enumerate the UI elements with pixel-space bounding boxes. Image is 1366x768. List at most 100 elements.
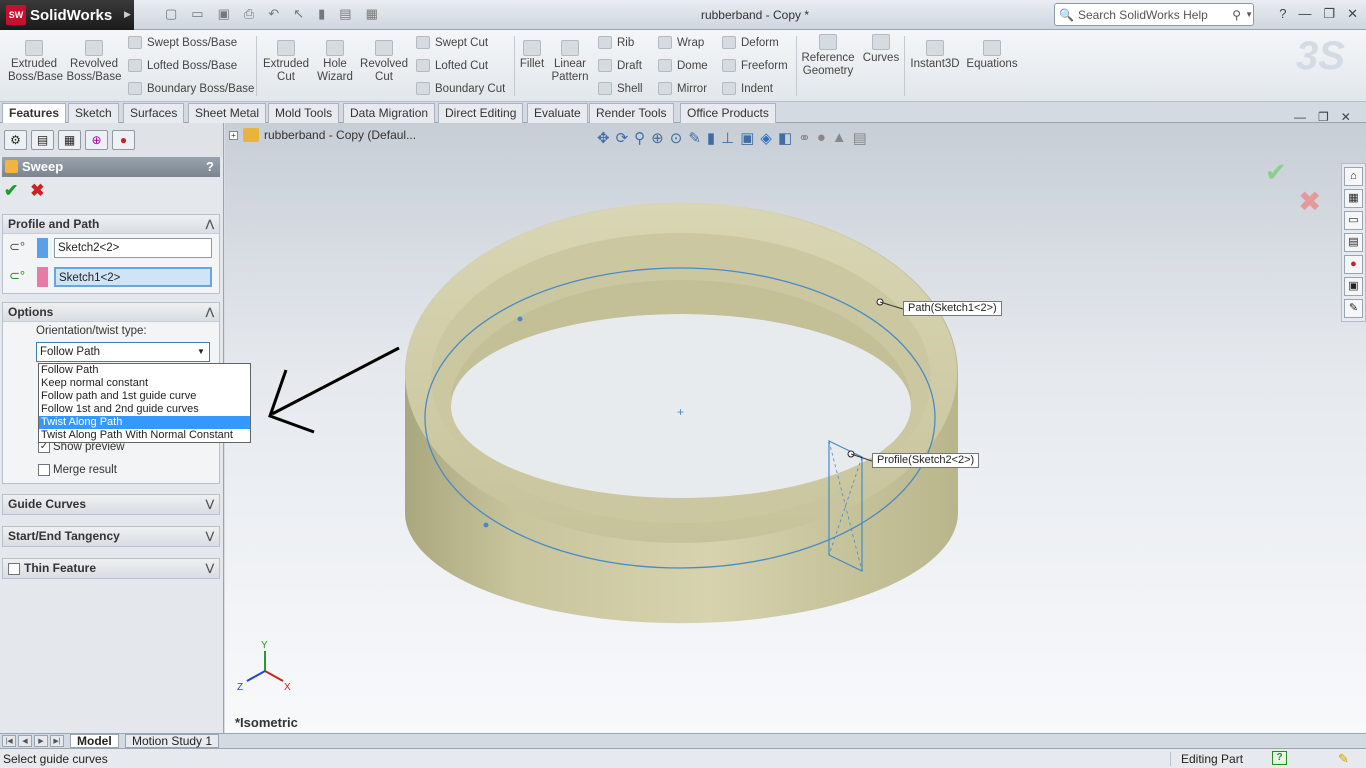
pencil-icon[interactable]: ✎ — [1338, 751, 1349, 767]
expand-icon[interactable]: ⋁ — [206, 495, 214, 514]
swept-cut-button[interactable]: Swept Cut — [416, 36, 488, 49]
fillet-button[interactable]: Fillet — [518, 40, 546, 71]
close-icon[interactable]: ✕ — [1341, 110, 1351, 124]
chevron-down-icon[interactable]: ▼ — [1245, 10, 1253, 19]
orientation-combobox[interactable]: Follow Path ▼ — [36, 342, 210, 362]
dropdown-option[interactable]: Follow Path — [39, 364, 250, 377]
dropdown-option-selected[interactable]: Twist Along Path — [39, 416, 250, 429]
path-callout[interactable]: Path(Sketch1<2>) — [903, 301, 1002, 316]
tab-sheet-metal[interactable]: Sheet Metal — [188, 103, 267, 123]
tab-direct-editing[interactable]: Direct Editing — [438, 103, 524, 123]
restore-icon[interactable]: ❐ — [1318, 110, 1329, 124]
profile-callout[interactable]: Profile(Sketch2<2>) — [872, 453, 980, 468]
property-manager-icon[interactable]: ▤ — [31, 130, 54, 150]
path-selection-box[interactable]: Sketch1<2> — [54, 267, 212, 287]
prev-tab-icon[interactable]: ◀ — [18, 735, 32, 747]
first-tab-icon[interactable]: |◀ — [2, 735, 16, 747]
profile-selection-box[interactable]: Sketch2<2> — [54, 238, 212, 258]
last-tab-icon[interactable]: ▶| — [50, 735, 64, 747]
tab-surfaces[interactable]: Surfaces — [123, 103, 185, 123]
ok-button[interactable]: ✔ — [4, 181, 18, 201]
feature-tree-icon[interactable]: ⚙ — [4, 130, 27, 150]
profile-icon: ⊂° — [9, 239, 26, 254]
tab-model[interactable]: Model — [70, 734, 119, 748]
linear-pattern-button[interactable]: Linear Pattern — [548, 40, 592, 84]
dropdown-option[interactable]: Follow 1st and 2nd guide curves — [39, 403, 250, 416]
guide-curves-header[interactable]: Guide Curves ⋁ — [2, 494, 220, 515]
boundary-boss-button[interactable]: Boundary Boss/Base — [128, 82, 254, 95]
dropdown-option[interactable]: Follow path and 1st guide curve — [39, 390, 250, 403]
help-icon[interactable]: ? — [1279, 6, 1286, 22]
indent-button[interactable]: Indent — [722, 82, 773, 95]
extruded-cut-button[interactable]: Extruded Cut — [262, 40, 310, 84]
swept-boss-button[interactable]: Swept Boss/Base — [128, 36, 237, 49]
command-manager: Extruded Boss/Base Revolved Boss/Base Sw… — [0, 30, 1366, 102]
curves-button[interactable]: Curves — [860, 34, 902, 65]
help-button[interactable]: ? — [206, 157, 214, 177]
rib-button[interactable]: Rib — [598, 36, 634, 49]
checkbox-empty-icon[interactable] — [38, 464, 50, 476]
thin-feature-header[interactable]: Thin Feature ⋁ — [2, 558, 220, 579]
tab-evaluate[interactable]: Evaluate — [527, 103, 588, 123]
display-manager-icon[interactable]: ● — [112, 130, 135, 150]
dropdown-option[interactable]: Twist Along Path With Normal Constant — [39, 429, 250, 442]
extrude-icon — [25, 40, 43, 56]
expand-icon[interactable]: ⋁ — [206, 559, 214, 578]
tab-features[interactable]: Features — [2, 103, 67, 123]
revolved-cut-button[interactable]: Revolved Cut — [360, 40, 408, 84]
instant3d-icon — [926, 40, 944, 56]
path-icon: ⊂° — [9, 268, 26, 283]
dome-button[interactable]: Dome — [658, 59, 708, 72]
revolved-boss-button[interactable]: Revolved Boss/Base — [66, 40, 122, 84]
deform-button[interactable]: Deform — [722, 36, 779, 49]
reference-geometry-button[interactable]: Reference Geometry — [800, 34, 856, 78]
tab-render-tools[interactable]: Render Tools — [589, 103, 674, 123]
chevron-down-icon[interactable]: ▼ — [193, 343, 209, 361]
close-icon[interactable]: ✕ — [1347, 6, 1358, 22]
merge-result-checkbox[interactable]: Merge result — [38, 464, 117, 476]
tab-mold-tools[interactable]: Mold Tools — [268, 103, 340, 123]
hole-wizard-button[interactable]: Hole Wizard — [314, 40, 356, 84]
options-header[interactable]: Options ⋀ — [3, 303, 219, 322]
tab-office-products[interactable]: Office Products — [680, 103, 776, 123]
instant3d-button[interactable]: Instant3D — [908, 40, 962, 71]
search-icon[interactable]: ⚲ — [1232, 8, 1241, 22]
mirror-button[interactable]: Mirror — [658, 82, 707, 95]
thin-feature-checkbox[interactable] — [8, 562, 20, 575]
search-input[interactable]: 🔍 Search SolidWorks Help ⚲ ▼ — [1054, 3, 1254, 26]
minimize-icon[interactable]: — — [1298, 6, 1311, 22]
collapse-icon[interactable]: ⋀ — [206, 215, 214, 234]
restore-icon[interactable]: ❐ — [1323, 6, 1335, 22]
lofted-cut-button[interactable]: Lofted Cut — [416, 59, 488, 72]
collapse-icon[interactable]: ⋀ — [206, 303, 214, 322]
revolve-cut-icon — [375, 40, 393, 56]
shell-button[interactable]: Shell — [598, 82, 643, 95]
graphics-area[interactable]: + rubberband - Copy (Defaul... ✥ ⟳ ⚲ ⊕ ⊙… — [225, 123, 1366, 733]
next-tab-icon[interactable]: ▶ — [34, 735, 48, 747]
triad-z-label: Z — [237, 682, 243, 693]
tab-motion-study[interactable]: Motion Study 1 — [125, 734, 220, 748]
profile-path-header[interactable]: Profile and Path ⋀ — [3, 215, 219, 234]
extruded-boss-button[interactable]: Extruded Boss/Base — [8, 40, 63, 84]
boundary-cut-button[interactable]: Boundary Cut — [416, 82, 505, 95]
part-model[interactable]: + Y X Z — [225, 123, 1366, 733]
sweep-title: Sweep ? — [2, 157, 220, 177]
start-end-tangency-header[interactable]: Start/End Tangency ⋁ — [2, 526, 220, 547]
hole-wizard-icon — [326, 40, 344, 56]
dimxpert-icon[interactable]: ⊕ — [85, 130, 108, 150]
freeform-button[interactable]: Freeform — [722, 59, 788, 72]
equations-button[interactable]: Equations — [966, 40, 1018, 71]
cancel-button[interactable]: ✖ — [30, 181, 44, 201]
configuration-manager-icon[interactable]: ▦ — [58, 130, 81, 150]
tab-data-migration[interactable]: Data Migration — [343, 103, 436, 123]
draft-button[interactable]: Draft — [598, 59, 642, 72]
separator — [256, 36, 257, 96]
dropdown-option[interactable]: Keep normal constant — [39, 377, 250, 390]
expand-icon[interactable]: ⋁ — [206, 527, 214, 546]
minimize-icon[interactable]: — — [1294, 110, 1306, 124]
triad-z-axis — [246, 670, 266, 682]
wrap-button[interactable]: Wrap — [658, 36, 704, 49]
lofted-boss-button[interactable]: Lofted Boss/Base — [128, 59, 237, 72]
tab-sketch[interactable]: Sketch — [68, 103, 119, 123]
help-icon[interactable]: ? — [1272, 751, 1287, 765]
